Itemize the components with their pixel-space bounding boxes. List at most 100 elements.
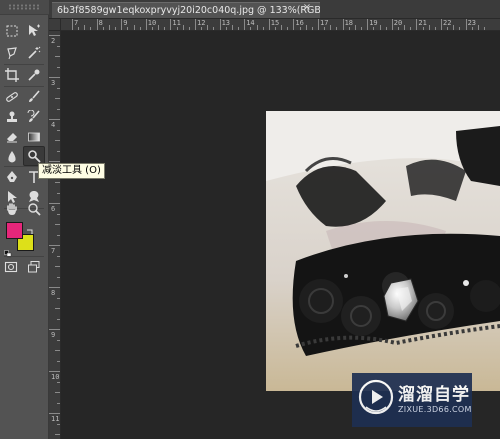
ruler-minor-tick [55,140,60,141]
ruler-minor-tick [477,25,479,30]
watermark: 溜溜自学 ZIXUE.3D66.COM [352,373,472,427]
pen-icon[interactable] [2,168,22,186]
ruler-minor-tick [158,25,160,30]
tool-tooltip: 减淡工具 (O) [38,163,105,179]
headband-photo [266,111,500,391]
screen-mode-icon[interactable] [24,258,44,276]
blur-icon[interactable] [2,148,22,166]
ruler-minor-tick [281,25,283,30]
ruler-minor-tick [57,297,60,299]
ruler-label: 14 [246,19,255,27]
ruler-label: 11 [172,19,181,27]
ruler-tick [391,19,393,30]
ruler-label: 16 [295,19,304,27]
ruler-minor-tick [330,25,332,30]
ruler-label: 8 [98,19,103,27]
ruler-label: 9 [51,331,56,339]
ruler-tick [49,287,60,288]
ruler-minor-tick [102,27,104,30]
ruler-tick [465,19,467,30]
ruler-minor-tick [57,87,60,89]
ruler-tick [49,413,60,414]
panel-grip[interactable] [0,0,49,15]
ruler-minor-tick [262,27,264,30]
move-icon[interactable] [24,22,44,40]
vertical-ruler[interactable]: 234567891011 [49,31,61,439]
ruler-minor-tick [127,27,129,30]
eyedropper-icon[interactable] [24,66,44,84]
ruler-minor-tick [459,27,461,30]
ruler-minor-tick [55,350,60,351]
ruler-minor-tick [57,255,60,257]
close-icon[interactable]: × [301,2,313,14]
ruler-minor-tick [238,27,240,30]
ruler-tick [72,19,73,30]
tool-separator [4,256,44,257]
clone-stamp-icon[interactable] [2,108,22,126]
crop-icon[interactable] [2,66,22,84]
ruler-label: 21 [418,19,427,27]
ruler-minor-tick [354,25,356,30]
ruler-label: 7 [51,247,56,255]
marquee-icon[interactable] [2,22,22,40]
ruler-minor-tick [348,27,350,30]
ruler-tick [145,19,147,30]
ruler-minor-tick [453,25,455,30]
ruler-minor-tick [188,27,190,30]
horizontal-ruler[interactable]: 7 8 9 10 11 12 13 14 15 16 17 18 19 20 21 22 23 [61,19,500,31]
ruler-minor-tick [176,27,178,30]
magic-wand-icon[interactable] [24,44,44,62]
ruler-label: 10 [51,373,60,381]
ruler-label: 15 [270,19,280,27]
ruler-corner[interactable] [49,19,61,31]
ruler-tick [268,19,270,30]
ruler-tick [49,371,60,372]
default-colors-icon[interactable] [4,243,12,258]
ruler-label: 13 [221,19,231,27]
ruler-tick [96,19,98,30]
ruler-minor-tick [164,27,166,30]
ruler-tick [49,161,60,162]
ruler-minor-tick [57,318,60,320]
document-tab[interactable]: 6b3f8589gw1eqkoxpryvyj20i20c040q.jpg @ 1… [52,2,320,18]
ruler-tick [416,19,418,30]
ruler-minor-tick [84,25,86,30]
ruler-tick [244,19,246,30]
tool-separator [4,64,44,65]
ruler-minor-tick [225,27,227,30]
eraser-icon[interactable] [2,128,22,146]
ruler-minor-tick [55,182,60,183]
zoom-icon[interactable] [24,200,44,218]
ruler-minor-tick [57,213,60,215]
tools-panel [0,0,49,439]
ruler-minor-tick [182,25,184,30]
ruler-minor-tick [57,150,60,152]
ruler-minor-tick [55,308,60,309]
spot-healing-icon[interactable] [2,88,22,106]
ruler-tick [49,203,60,204]
ruler-tick [49,329,60,330]
ruler-minor-tick [231,25,233,30]
quick-mask-icon[interactable] [1,258,21,276]
history-brush-icon[interactable] [24,108,44,126]
lasso-icon[interactable] [2,44,22,62]
ruler-minor-tick [55,56,60,57]
ruler-minor-tick [78,27,80,30]
swap-colors-icon[interactable] [26,221,34,237]
ruler-minor-tick [299,27,301,30]
ruler-minor-tick [305,25,307,30]
ruler-minor-tick [151,27,153,30]
ruler-minor-tick [55,434,60,435]
hand-icon[interactable] [2,200,22,218]
foreground-color-swatch[interactable] [6,222,23,239]
ruler-minor-tick [57,129,60,131]
grip-dots [8,4,40,10]
ruler-label: 8 [51,289,56,297]
ruler-label: 11 [51,415,60,423]
brush-icon[interactable] [24,88,44,106]
ruler-minor-tick [379,25,381,30]
ruler-minor-tick [361,27,363,30]
ruler-tick [367,19,369,30]
gradient-icon[interactable] [24,128,44,146]
ruler-minor-tick [213,27,215,30]
